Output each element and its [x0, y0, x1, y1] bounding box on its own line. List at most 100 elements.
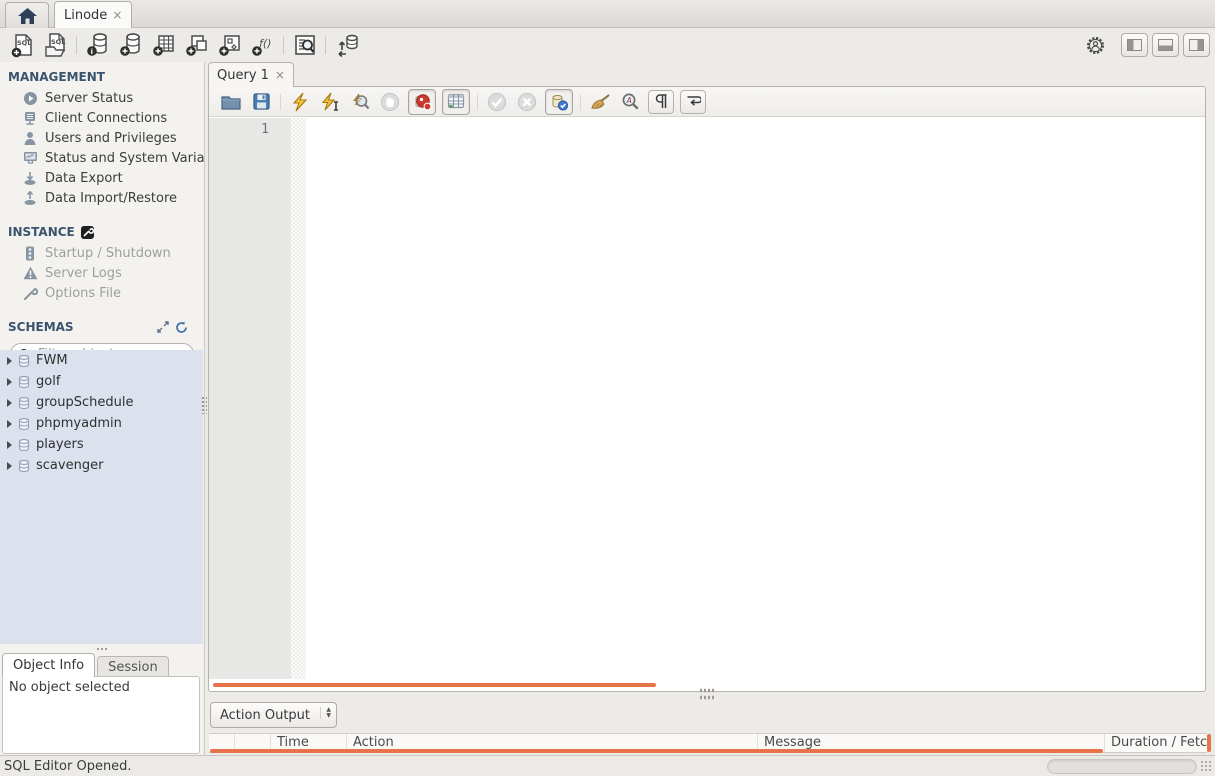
- query-tab-label: Query 1: [217, 67, 269, 83]
- tab-label: Session: [108, 659, 158, 675]
- find-icon[interactable]: A: [618, 90, 642, 114]
- save-script-icon[interactable]: [249, 90, 273, 114]
- startup-shutdown-icon: [22, 246, 38, 261]
- column-duration[interactable]: Duration / Fetch: [1105, 734, 1207, 752]
- expander-icon[interactable]: [7, 398, 12, 407]
- limit-rows-toggle-icon[interactable]: [442, 88, 470, 115]
- schema-item-scavenger[interactable]: scavenger: [0, 455, 203, 476]
- sidebar-item-options-file[interactable]: Options File: [0, 283, 204, 303]
- connection-tab-linode[interactable]: Linode ×: [54, 1, 133, 28]
- create-function-icon[interactable]: f(): [249, 32, 276, 59]
- tab-session[interactable]: Session: [97, 656, 169, 677]
- column-label: Duration / Fetch: [1111, 735, 1207, 750]
- sidebar-item-label: Options File: [45, 285, 122, 301]
- schema-item-players[interactable]: players: [0, 434, 203, 455]
- sidebar-vertical-splitter[interactable]: [201, 396, 207, 414]
- resize-grip[interactable]: [1200, 760, 1213, 773]
- schema-icon: [17, 459, 31, 473]
- toggle-output-area-icon[interactable]: [1152, 33, 1179, 57]
- schema-item-phpmyadmin[interactable]: phpmyadmin: [0, 413, 203, 434]
- object-info-box: No object selected: [2, 676, 200, 754]
- open-script-icon[interactable]: [219, 90, 243, 114]
- left-panel-glyph: [1127, 39, 1142, 51]
- schema-item-groupschedule[interactable]: groupSchedule: [0, 392, 203, 413]
- sidebar-item-label: Server Logs: [45, 265, 122, 281]
- open-sql-script-icon[interactable]: SQL: [42, 32, 69, 59]
- expander-icon[interactable]: [7, 461, 12, 470]
- execute-current-icon[interactable]: [318, 90, 342, 114]
- schema-icon: [17, 396, 31, 410]
- output-view-selector[interactable]: Action Output ▲ ▼: [210, 702, 337, 728]
- sidebar-item-status-variables[interactable]: Status and System Variables: [0, 148, 204, 168]
- bottom-panel-glyph: [1158, 39, 1173, 51]
- line-number: 1: [261, 122, 269, 137]
- output-horizontal-scrollbar[interactable]: [210, 749, 1103, 753]
- refresh-schemas-icon[interactable]: [175, 321, 188, 334]
- autocommit-toggle-icon[interactable]: [545, 88, 573, 115]
- query-tab[interactable]: Query 1 ×: [208, 62, 294, 87]
- output-selector-value: Action Output: [220, 707, 311, 723]
- sidebar-item-label: Data Export: [45, 170, 123, 186]
- sidebar-item-server-status[interactable]: Server Status: [0, 88, 204, 108]
- sidebar-item-server-logs[interactable]: Server Logs: [0, 263, 204, 283]
- close-icon[interactable]: ×: [112, 9, 122, 21]
- toolbar-separator: [283, 36, 284, 54]
- server-status-icon: [22, 91, 38, 106]
- sidebar-item-label: Startup / Shutdown: [45, 245, 171, 261]
- sidebar-item-client-connections[interactable]: Client Connections: [0, 108, 204, 128]
- create-table-icon[interactable]: [150, 32, 177, 59]
- sql-editor-body[interactable]: 1: [209, 118, 1204, 679]
- execute-icon[interactable]: [288, 90, 312, 114]
- sql-editor-toolbar: A: [209, 87, 1205, 117]
- toolbar-separator: [580, 93, 581, 110]
- expander-icon[interactable]: [7, 356, 12, 365]
- sidebar-item-data-import[interactable]: Data Import/Restore: [0, 188, 204, 208]
- create-schema-icon[interactable]: [117, 32, 144, 59]
- explain-icon[interactable]: [348, 90, 372, 114]
- svg-text:A: A: [625, 96, 631, 105]
- home-tab[interactable]: [5, 2, 49, 28]
- schema-icon: [17, 417, 31, 431]
- expander-icon[interactable]: [7, 440, 12, 449]
- beautify-icon[interactable]: [588, 90, 612, 114]
- editor-output-splitter[interactable]: [699, 687, 715, 701]
- rollback-icon: [515, 90, 539, 114]
- expander-icon[interactable]: [7, 419, 12, 428]
- tab-object-info[interactable]: Object Info: [2, 653, 96, 677]
- status-variables-icon: [22, 151, 38, 165]
- schema-name: groupSchedule: [36, 395, 134, 410]
- editor-gutter: 1: [209, 118, 291, 679]
- search-table-data-icon[interactable]: [291, 32, 318, 59]
- create-view-icon[interactable]: [183, 32, 210, 59]
- toggle-right-sidebar-icon[interactable]: [1183, 33, 1210, 57]
- expand-schemas-icon[interactable]: [157, 321, 169, 333]
- output-vertical-scrollbar[interactable]: [1207, 734, 1211, 752]
- schemas-section-header: SCHEMAS: [0, 312, 204, 338]
- schema-list: FWM golf groupSchedule phpmyadmin player…: [0, 350, 203, 644]
- new-sql-tab-icon[interactable]: SQL: [9, 32, 36, 59]
- word-wrap-toggle-icon[interactable]: [680, 89, 706, 114]
- close-icon[interactable]: ×: [275, 69, 285, 81]
- tab-label: Object Info: [13, 658, 85, 673]
- schema-name: players: [36, 437, 84, 452]
- sidebar-item-data-export[interactable]: Data Export: [0, 168, 204, 188]
- management-section-header: MANAGEMENT: [0, 62, 204, 88]
- editor-text-area[interactable]: [306, 118, 1204, 679]
- create-procedure-icon[interactable]: [216, 32, 243, 59]
- expander-icon[interactable]: [7, 377, 12, 386]
- schema-inspector-icon[interactable]: i: [84, 32, 111, 59]
- instance-section-header: INSTANCE: [0, 217, 204, 243]
- sidebar-item-users-privileges[interactable]: Users and Privileges: [0, 128, 204, 148]
- sidebar-item-startup-shutdown[interactable]: Startup / Shutdown: [0, 243, 204, 263]
- schema-name: phpmyadmin: [36, 416, 122, 431]
- stop-icon: [378, 90, 402, 114]
- editor-horizontal-scrollbar[interactable]: [213, 683, 656, 687]
- main-toolbar: SQL SQL i f(): [0, 28, 1215, 62]
- schema-item-fwm[interactable]: FWM: [0, 350, 203, 371]
- toggle-left-sidebar-icon[interactable]: [1121, 33, 1148, 57]
- invisible-chars-toggle-icon[interactable]: [648, 89, 674, 114]
- stop-on-error-toggle-icon[interactable]: [408, 88, 436, 115]
- schema-item-golf[interactable]: golf: [0, 371, 203, 392]
- preferences-icon[interactable]: [1086, 36, 1105, 55]
- reconnect-dbms-icon[interactable]: [333, 32, 360, 59]
